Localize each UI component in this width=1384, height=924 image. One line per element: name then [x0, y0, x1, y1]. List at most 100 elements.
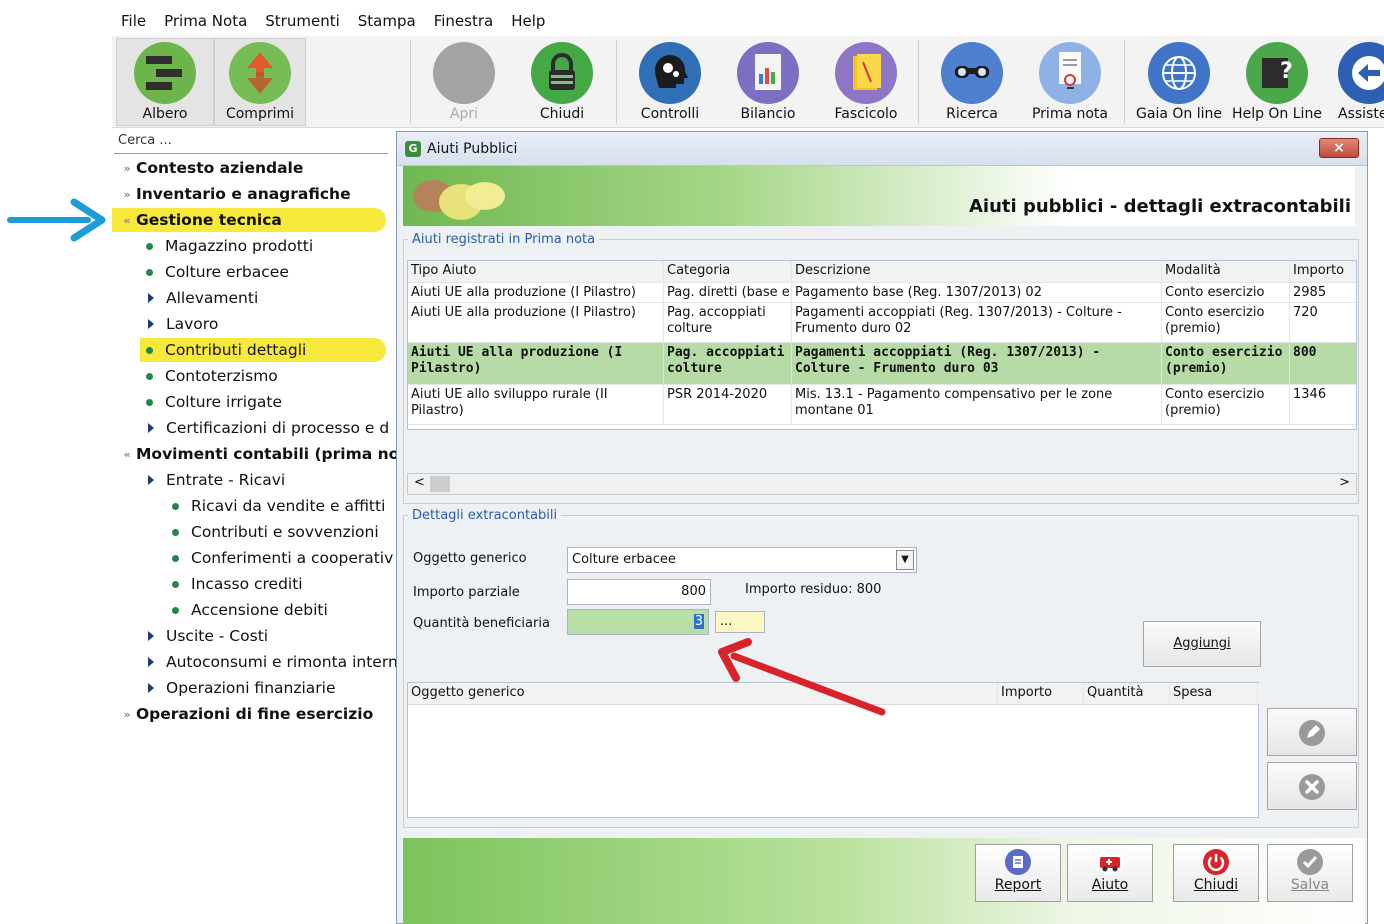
- tree-node-contributi-sovvenzioni[interactable]: Contributi e sovvenzioni: [172, 520, 379, 544]
- cell-modalita: Conto esercizio (premio): [1162, 385, 1290, 424]
- apri-button[interactable]: Apri: [418, 36, 510, 128]
- collapse-chevron-icon: »: [123, 187, 131, 201]
- tree-node-operazioni-finanziarie[interactable]: Operazioni finanziarie: [146, 676, 336, 700]
- fascicolo-label: Fascicolo: [834, 106, 898, 122]
- column-header-categoria[interactable]: Categoria: [664, 261, 792, 282]
- tree-label: Colture irrigate: [165, 393, 283, 411]
- tree-node-contesto[interactable]: » Contesto aziendale: [112, 156, 303, 180]
- ricerca-button[interactable]: Ricerca: [926, 36, 1018, 128]
- assistenza-button[interactable]: Assiste: [1328, 36, 1384, 128]
- cell-tipo: Aiuti UE alla produzione (I Pilastro): [408, 343, 664, 384]
- tree-node-operazioni-fine-esercizio[interactable]: » Operazioni di fine esercizio: [112, 702, 373, 726]
- menu-prima-nota[interactable]: Prima Nota: [155, 8, 256, 36]
- tree-node-contoterzismo[interactable]: Contoterzismo: [146, 364, 278, 388]
- tree-label: Contoterzismo: [165, 367, 278, 385]
- oggetto-generico-select[interactable]: Colture erbacee ▼: [567, 547, 917, 573]
- report-button[interactable]: Report: [975, 844, 1061, 902]
- tree-label: Contesto aziendale: [136, 159, 304, 177]
- gaia-online-button[interactable]: Gaia On line: [1130, 36, 1228, 128]
- tree-node-contributi-dettagli[interactable]: Contributi dettagli: [140, 338, 386, 362]
- comprimi-button[interactable]: Comprimi: [214, 36, 306, 128]
- help-online-button[interactable]: ? Help On Line: [1228, 36, 1326, 128]
- column-header-quantita[interactable]: Quantità: [1084, 683, 1170, 704]
- tree-node-lavoro[interactable]: Lavoro: [146, 312, 218, 336]
- scroll-left-arrow-icon[interactable]: <: [414, 475, 425, 490]
- registered-aids-legend: Aiuti registrati in Prima nota: [412, 232, 596, 247]
- prima-nota-button[interactable]: Prima nota: [1024, 36, 1116, 128]
- menu-stampa[interactable]: Stampa: [349, 8, 425, 36]
- column-header-importo[interactable]: Importo: [998, 683, 1084, 704]
- dialog-header-banner: Aiuti pubblici - dettagli extracontabili: [403, 166, 1355, 226]
- tree-node-autoconsumi[interactable]: Autoconsumi e rimonta intern: [146, 650, 398, 674]
- tree-node-ricavi-vendite[interactable]: Ricavi da vendite e affitti: [172, 494, 385, 518]
- tree-node-incasso-crediti[interactable]: Incasso crediti: [172, 572, 303, 596]
- tree-node-allevamenti[interactable]: Allevamenti: [146, 286, 258, 310]
- expand-triangle-icon: [148, 319, 154, 329]
- column-header-modalita[interactable]: Modalità: [1162, 261, 1290, 282]
- menu-finestra[interactable]: Finestra: [425, 8, 503, 36]
- help-online-label: Help On Line: [1232, 106, 1322, 122]
- tree-label: Movimenti contabili (prima no: [136, 445, 400, 463]
- expand-triangle-icon: [148, 631, 154, 641]
- table-row[interactable]: Aiuti UE alla produzione (I Pilastro) Pa…: [408, 283, 1356, 303]
- tree-node-gestione-tecnica[interactable]: « Gestione tecnica: [112, 208, 386, 232]
- quantita-beneficiaria-value: 3: [693, 614, 704, 629]
- column-header-oggetto[interactable]: Oggetto generico: [408, 683, 998, 704]
- power-icon: [1203, 849, 1229, 875]
- aiuto-button[interactable]: Aiuto: [1067, 844, 1153, 902]
- menu-file[interactable]: File: [112, 8, 155, 36]
- search-input[interactable]: Cerca ...: [114, 130, 388, 154]
- grid-horizontal-scrollbar[interactable]: < >: [407, 473, 1357, 495]
- tree-node-uscite-costi[interactable]: Uscite - Costi: [146, 624, 268, 648]
- tree-node-colture-erbacee[interactable]: Colture erbacee: [146, 260, 289, 284]
- fascicolo-button[interactable]: Fascicolo: [820, 36, 912, 128]
- albero-button[interactable]: Albero: [116, 36, 214, 128]
- tree-node-certificazioni[interactable]: Certificazioni di processo e d: [146, 416, 389, 440]
- tree-node-colture-irrigate[interactable]: Colture irrigate: [146, 390, 282, 414]
- aiuto-label: Aiuto: [1091, 877, 1129, 893]
- menu-bar: File Prima Nota Strumenti Stampa Finestr…: [112, 8, 554, 36]
- tree-node-movimenti-contabili[interactable]: « Movimenti contabili (prima no: [112, 442, 399, 466]
- tree-node-accensione-debiti[interactable]: Accensione debiti: [172, 598, 328, 622]
- toolbar: Albero Comprimi Apri Chiudi Controlli Bi…: [112, 36, 1384, 128]
- tree-label: Uscite - Costi: [166, 627, 269, 645]
- dialog-header-title: Aiuti pubblici - dettagli extracontabili: [969, 196, 1351, 217]
- bullet-icon: [172, 502, 179, 510]
- dropdown-arrow-icon[interactable]: ▼: [896, 550, 914, 570]
- table-row-selected[interactable]: Aiuti UE alla produzione (I Pilastro) Pa…: [408, 343, 1356, 385]
- controlli-button[interactable]: Controlli: [624, 36, 716, 128]
- toolbar-separator: [616, 40, 617, 124]
- tree-node-magazzino[interactable]: Magazzino prodotti: [146, 234, 313, 258]
- salva-button[interactable]: Salva: [1267, 844, 1353, 902]
- importo-parziale-input[interactable]: 800: [567, 579, 711, 605]
- bilancio-button[interactable]: Bilancio: [722, 36, 814, 128]
- expand-triangle-icon: [148, 475, 154, 485]
- column-header-descrizione[interactable]: Descrizione: [792, 261, 1162, 282]
- aggiungi-button[interactable]: Aggiungi: [1143, 621, 1261, 667]
- column-header-importo[interactable]: Importo: [1290, 261, 1356, 282]
- delete-button[interactable]: [1267, 762, 1357, 810]
- app-icon: G: [405, 140, 421, 157]
- table-row[interactable]: Aiuti UE allo sviluppo rurale (II Pilast…: [408, 385, 1356, 425]
- tree-node-entrate-ricavi[interactable]: Entrate - Ricavi: [146, 468, 285, 492]
- expand-chevron-icon: «: [123, 213, 131, 227]
- quantita-browse-button[interactable]: ...: [715, 611, 765, 633]
- scroll-right-arrow-icon[interactable]: >: [1339, 475, 1350, 490]
- chiudi-toolbar-button[interactable]: Chiudi: [516, 36, 608, 128]
- expand-triangle-icon: [148, 683, 154, 693]
- tree-node-inventario[interactable]: » Inventario e anagrafiche: [112, 182, 350, 206]
- column-header-tipo[interactable]: Tipo Aiuto: [408, 261, 664, 282]
- scrollbar-thumb[interactable]: [430, 476, 450, 492]
- chiudi-button[interactable]: Chiudi: [1173, 844, 1259, 902]
- tree-node-conferimenti[interactable]: Conferimenti a cooperativ: [172, 546, 393, 570]
- quantita-beneficiaria-input[interactable]: 3: [567, 609, 709, 635]
- report-chart-icon: [737, 42, 799, 104]
- table-row[interactable]: Aiuti UE alla produzione (I Pilastro) Pa…: [408, 303, 1356, 343]
- menu-help[interactable]: Help: [502, 8, 554, 36]
- menu-strumenti[interactable]: Strumenti: [256, 8, 348, 36]
- annotation-blue-arrow-icon: [7, 198, 106, 242]
- dialog-close-button[interactable]: ×: [1319, 138, 1359, 158]
- column-header-spesa[interactable]: Spesa: [1170, 683, 1258, 704]
- cell-modalita: Conto esercizio: [1162, 283, 1290, 302]
- edit-button[interactable]: [1267, 708, 1357, 756]
